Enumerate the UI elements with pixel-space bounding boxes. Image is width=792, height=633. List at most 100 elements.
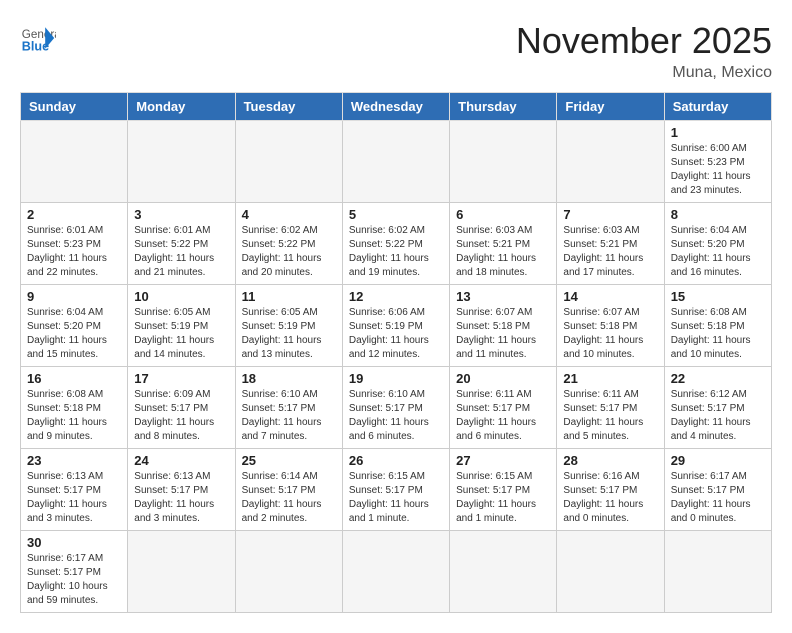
- day-info: Sunrise: 6:08 AM Sunset: 5:18 PM Dayligh…: [27, 388, 121, 444]
- day-number: 6: [456, 207, 550, 222]
- calendar-cell: 11 Sunrise: 6:05 AM Sunset: 5:19 PM Dayli…: [235, 285, 342, 367]
- calendar-cell: 13 Sunrise: 6:07 AM Sunset: 5:18 PM Dayli…: [450, 285, 557, 367]
- weekday-header-row: SundayMondayTuesdayWednesdayThursdayFrid…: [21, 93, 772, 121]
- page-header: General Blue November 2025 Muna, Mexico: [20, 20, 772, 82]
- weekday-header-sunday: Sunday: [21, 93, 128, 121]
- calendar-cell: 7Sunrise: 6:03 AM Sunset: 5:21 PM Daylig…: [557, 203, 664, 285]
- day-info: Sunrise: 6:05 AM Sunset: 5:19 PM Dayligh…: [134, 306, 228, 362]
- calendar-cell: 8Sunrise: 6:04 AM Sunset: 5:20 PM Daylig…: [664, 203, 771, 285]
- day-info: Sunrise: 6:07 AM Sunset: 5:18 PM Dayligh…: [563, 306, 657, 362]
- day-number: 23: [27, 453, 121, 468]
- calendar-cell: 15 Sunrise: 6:08 AM Sunset: 5:18 PM Dayli…: [664, 285, 771, 367]
- day-info: Sunrise: 6:01 AM Sunset: 5:22 PM Dayligh…: [134, 224, 228, 280]
- logo: General Blue: [20, 20, 56, 56]
- calendar-cell: 16 Sunrise: 6:08 AM Sunset: 5:18 PM Dayli…: [21, 367, 128, 449]
- day-number: 27: [456, 453, 550, 468]
- day-info: Sunrise: 6:01 AM Sunset: 5:23 PM Dayligh…: [27, 224, 121, 280]
- day-info: Sunrise: 6:10 AM Sunset: 5:17 PM Dayligh…: [242, 388, 336, 444]
- calendar-cell: 17 Sunrise: 6:09 AM Sunset: 5:17 PM Dayli…: [128, 367, 235, 449]
- day-number: 30: [27, 535, 121, 550]
- day-number: 12: [349, 289, 443, 304]
- day-info: Sunrise: 6:15 AM Sunset: 5:17 PM Dayligh…: [456, 470, 550, 526]
- day-info: Sunrise: 6:17 AM Sunset: 5:17 PM Dayligh…: [27, 552, 121, 608]
- day-number: 29: [671, 453, 765, 468]
- svg-text:Blue: Blue: [22, 40, 49, 54]
- day-info: Sunrise: 6:13 AM Sunset: 5:17 PM Dayligh…: [134, 470, 228, 526]
- calendar-cell: 19 Sunrise: 6:10 AM Sunset: 5:17 PM Dayli…: [342, 367, 449, 449]
- day-info: Sunrise: 6:16 AM Sunset: 5:17 PM Dayligh…: [563, 470, 657, 526]
- weekday-header-monday: Monday: [128, 93, 235, 121]
- weekday-header-tuesday: Tuesday: [235, 93, 342, 121]
- calendar-cell: 1Sunrise: 6:00 AM Sunset: 5:23 PM Daylig…: [664, 121, 771, 203]
- day-number: 17: [134, 371, 228, 386]
- weekday-header-wednesday: Wednesday: [342, 93, 449, 121]
- day-number: 19: [349, 371, 443, 386]
- day-info: Sunrise: 6:02 AM Sunset: 5:22 PM Dayligh…: [242, 224, 336, 280]
- day-number: 8: [671, 207, 765, 222]
- calendar-cell: [450, 121, 557, 203]
- calendar-cell: [128, 121, 235, 203]
- day-number: 16: [27, 371, 121, 386]
- calendar-cell: 3 Sunrise: 6:01 AM Sunset: 5:22 PM Daylig…: [128, 203, 235, 285]
- weekday-header-saturday: Saturday: [664, 93, 771, 121]
- day-info: Sunrise: 6:05 AM Sunset: 5:19 PM Dayligh…: [242, 306, 336, 362]
- calendar-cell: 12 Sunrise: 6:06 AM Sunset: 5:19 PM Dayli…: [342, 285, 449, 367]
- calendar-week-row: 9Sunrise: 6:04 AM Sunset: 5:20 PM Daylig…: [21, 285, 772, 367]
- calendar-cell: [128, 531, 235, 613]
- day-number: 20: [456, 371, 550, 386]
- calendar-cell: 14 Sunrise: 6:07 AM Sunset: 5:18 PM Dayli…: [557, 285, 664, 367]
- day-info: Sunrise: 6:14 AM Sunset: 5:17 PM Dayligh…: [242, 470, 336, 526]
- day-number: 2: [27, 207, 121, 222]
- day-number: 22: [671, 371, 765, 386]
- calendar-week-row: 2 Sunrise: 6:01 AM Sunset: 5:23 PM Daylig…: [21, 203, 772, 285]
- calendar-cell: 30 Sunrise: 6:17 AM Sunset: 5:17 PM Dayli…: [21, 531, 128, 613]
- day-info: Sunrise: 6:15 AM Sunset: 5:17 PM Dayligh…: [349, 470, 443, 526]
- day-info: Sunrise: 6:06 AM Sunset: 5:19 PM Dayligh…: [349, 306, 443, 362]
- day-info: Sunrise: 6:09 AM Sunset: 5:17 PM Dayligh…: [134, 388, 228, 444]
- day-number: 10: [134, 289, 228, 304]
- calendar-cell: 29Sunrise: 6:17 AM Sunset: 5:17 PM Dayli…: [664, 449, 771, 531]
- day-number: 26: [349, 453, 443, 468]
- title-block: November 2025 Muna, Mexico: [516, 20, 772, 82]
- day-info: Sunrise: 6:03 AM Sunset: 5:21 PM Dayligh…: [563, 224, 657, 280]
- day-number: 21: [563, 371, 657, 386]
- calendar-cell: [235, 531, 342, 613]
- day-number: 15: [671, 289, 765, 304]
- day-number: 4: [242, 207, 336, 222]
- day-number: 25: [242, 453, 336, 468]
- weekday-header-thursday: Thursday: [450, 93, 557, 121]
- calendar-cell: 21 Sunrise: 6:11 AM Sunset: 5:17 PM Dayli…: [557, 367, 664, 449]
- day-number: 28: [563, 453, 657, 468]
- day-number: 9: [27, 289, 121, 304]
- calendar-cell: 25 Sunrise: 6:14 AM Sunset: 5:17 PM Dayli…: [235, 449, 342, 531]
- calendar-cell: 23Sunrise: 6:13 AM Sunset: 5:17 PM Dayli…: [21, 449, 128, 531]
- calendar-cell: 10 Sunrise: 6:05 AM Sunset: 5:19 PM Dayli…: [128, 285, 235, 367]
- day-info: Sunrise: 6:11 AM Sunset: 5:17 PM Dayligh…: [563, 388, 657, 444]
- calendar-cell: 5 Sunrise: 6:02 AM Sunset: 5:22 PM Daylig…: [342, 203, 449, 285]
- day-number: 11: [242, 289, 336, 304]
- day-info: Sunrise: 6:10 AM Sunset: 5:17 PM Dayligh…: [349, 388, 443, 444]
- calendar-cell: 2 Sunrise: 6:01 AM Sunset: 5:23 PM Daylig…: [21, 203, 128, 285]
- day-number: 14: [563, 289, 657, 304]
- calendar-week-row: 1Sunrise: 6:00 AM Sunset: 5:23 PM Daylig…: [21, 121, 772, 203]
- calendar-cell: [21, 121, 128, 203]
- weekday-header-friday: Friday: [557, 93, 664, 121]
- calendar-cell: 9Sunrise: 6:04 AM Sunset: 5:20 PM Daylig…: [21, 285, 128, 367]
- month-title: November 2025: [516, 20, 772, 62]
- calendar-cell: [557, 531, 664, 613]
- day-number: 5: [349, 207, 443, 222]
- day-info: Sunrise: 6:12 AM Sunset: 5:17 PM Dayligh…: [671, 388, 765, 444]
- calendar-week-row: 30 Sunrise: 6:17 AM Sunset: 5:17 PM Dayli…: [21, 531, 772, 613]
- location: Muna, Mexico: [516, 64, 772, 82]
- day-info: Sunrise: 6:02 AM Sunset: 5:22 PM Dayligh…: [349, 224, 443, 280]
- calendar-week-row: 16 Sunrise: 6:08 AM Sunset: 5:18 PM Dayli…: [21, 367, 772, 449]
- calendar-cell: 27 Sunrise: 6:15 AM Sunset: 5:17 PM Dayli…: [450, 449, 557, 531]
- day-info: Sunrise: 6:07 AM Sunset: 5:18 PM Dayligh…: [456, 306, 550, 362]
- day-number: 3: [134, 207, 228, 222]
- logo-icon: General Blue: [20, 20, 56, 56]
- calendar-cell: 4 Sunrise: 6:02 AM Sunset: 5:22 PM Daylig…: [235, 203, 342, 285]
- calendar-cell: 22 Sunrise: 6:12 AM Sunset: 5:17 PM Dayli…: [664, 367, 771, 449]
- calendar-table: SundayMondayTuesdayWednesdayThursdayFrid…: [20, 92, 772, 613]
- day-info: Sunrise: 6:08 AM Sunset: 5:18 PM Dayligh…: [671, 306, 765, 362]
- day-number: 13: [456, 289, 550, 304]
